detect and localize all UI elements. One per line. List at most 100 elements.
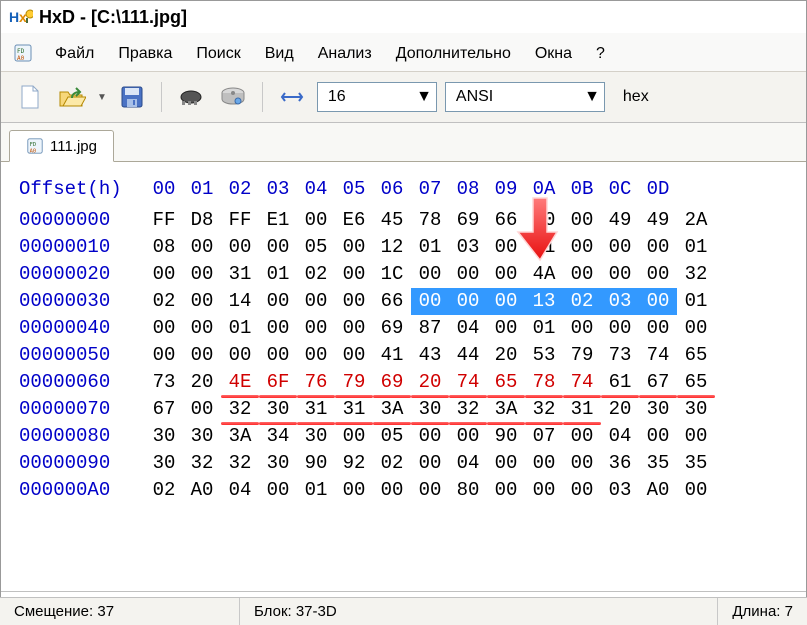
hex-byte[interactable]: 00	[335, 423, 373, 450]
hex-byte[interactable]: 00	[525, 477, 563, 504]
hex-byte[interactable]: 00	[639, 423, 677, 450]
hex-byte[interactable]: 74	[639, 342, 677, 369]
hex-byte[interactable]: E1	[259, 207, 297, 234]
hex-byte[interactable]: 00	[221, 234, 259, 261]
hex-byte[interactable]: 35	[639, 450, 677, 477]
hex-byte[interactable]: 66	[373, 288, 411, 315]
hex-byte[interactable]: 02	[297, 261, 335, 288]
hex-byte[interactable]: 01	[297, 477, 335, 504]
hex-byte[interactable]: A0	[639, 477, 677, 504]
base-dropdown[interactable]: hex	[613, 82, 683, 112]
hex-byte[interactable]: 00	[601, 315, 639, 342]
hex-byte[interactable]: 13	[525, 288, 563, 315]
hex-byte[interactable]: 00	[563, 315, 601, 342]
hex-byte[interactable]: 02	[145, 288, 183, 315]
hex-byte[interactable]: 30	[297, 423, 335, 450]
hex-byte[interactable]: 20	[487, 342, 525, 369]
hex-byte[interactable]: 43	[411, 342, 449, 369]
save-button[interactable]	[115, 80, 149, 114]
hex-byte[interactable]: D8	[183, 207, 221, 234]
hex-byte[interactable]: 61	[601, 369, 639, 396]
hex-byte[interactable]: 00	[259, 477, 297, 504]
disk-icon[interactable]	[216, 80, 250, 114]
menu-analysis[interactable]: Анализ	[308, 43, 382, 65]
hex-byte[interactable]: 00	[563, 234, 601, 261]
hex-byte[interactable]: 00	[487, 450, 525, 477]
hex-byte[interactable]: 31	[335, 396, 373, 423]
hex-byte[interactable]: 01	[525, 315, 563, 342]
hex-editor[interactable]: Offset(h)000102030405060708090A0B0C0D000…	[1, 162, 806, 592]
hex-byte[interactable]: 49	[639, 207, 677, 234]
hex-byte[interactable]: 00	[259, 288, 297, 315]
menu-file[interactable]: Файл	[45, 43, 104, 65]
hex-byte[interactable]: 30	[183, 423, 221, 450]
hex-byte[interactable]: 65	[677, 369, 715, 396]
hex-byte[interactable]: 30	[411, 396, 449, 423]
hex-byte[interactable]: 00	[297, 315, 335, 342]
hex-byte[interactable]: 01	[677, 288, 715, 315]
hex-byte[interactable]: 53	[525, 342, 563, 369]
hex-byte[interactable]: 00	[335, 342, 373, 369]
hex-byte[interactable]: 01	[525, 234, 563, 261]
hex-byte[interactable]: 45	[373, 207, 411, 234]
hex-byte[interactable]: 00	[677, 315, 715, 342]
hex-byte[interactable]: 87	[411, 315, 449, 342]
hex-byte[interactable]: 08	[145, 234, 183, 261]
new-file-button[interactable]	[13, 80, 47, 114]
hex-byte[interactable]: 00	[449, 423, 487, 450]
hex-byte[interactable]: 00	[145, 342, 183, 369]
hex-byte[interactable]: 00	[411, 423, 449, 450]
hex-byte[interactable]: 01	[677, 234, 715, 261]
hex-byte[interactable]: 92	[335, 450, 373, 477]
hex-byte[interactable]: E6	[335, 207, 373, 234]
hex-byte[interactable]: 78	[411, 207, 449, 234]
hex-byte[interactable]: 00	[335, 315, 373, 342]
hex-byte[interactable]: FF	[145, 207, 183, 234]
hex-byte[interactable]: 00	[411, 477, 449, 504]
hex-byte[interactable]: 66	[487, 207, 525, 234]
hex-byte[interactable]: 00	[563, 450, 601, 477]
hex-byte[interactable]: 74	[449, 369, 487, 396]
hex-byte[interactable]: 32	[221, 450, 259, 477]
hex-byte[interactable]: 00	[449, 261, 487, 288]
hex-byte[interactable]: 14	[221, 288, 259, 315]
hex-byte[interactable]: 80	[449, 477, 487, 504]
hex-byte[interactable]: 00	[487, 315, 525, 342]
hex-byte[interactable]: 00	[335, 477, 373, 504]
hex-byte[interactable]: 00	[487, 477, 525, 504]
hex-byte[interactable]: 01	[411, 234, 449, 261]
hex-byte[interactable]: 00	[145, 315, 183, 342]
hex-byte[interactable]: 00	[297, 342, 335, 369]
hex-byte[interactable]: 00	[563, 477, 601, 504]
hex-byte[interactable]: 76	[297, 369, 335, 396]
hex-byte[interactable]: 36	[601, 450, 639, 477]
hex-byte[interactable]: 1C	[373, 261, 411, 288]
hex-byte[interactable]: 3A	[487, 396, 525, 423]
hex-byte[interactable]: 3A	[221, 423, 259, 450]
hex-byte[interactable]: 90	[297, 450, 335, 477]
hex-byte[interactable]: 20	[183, 369, 221, 396]
hex-byte[interactable]: 00	[145, 261, 183, 288]
hex-byte[interactable]: 05	[297, 234, 335, 261]
hex-byte[interactable]: 30	[259, 450, 297, 477]
hex-byte[interactable]: 03	[449, 234, 487, 261]
hex-byte[interactable]: 34	[259, 423, 297, 450]
hex-byte[interactable]: 02	[563, 288, 601, 315]
hex-byte[interactable]: 00	[183, 234, 221, 261]
hex-byte[interactable]: 41	[373, 342, 411, 369]
hex-byte[interactable]: 00	[183, 396, 221, 423]
hex-byte[interactable]: 12	[373, 234, 411, 261]
hex-byte[interactable]: 90	[487, 423, 525, 450]
hex-byte[interactable]: 00	[411, 261, 449, 288]
hex-byte[interactable]: FF	[221, 207, 259, 234]
hex-byte[interactable]: 00	[487, 261, 525, 288]
hex-byte[interactable]: 00	[677, 423, 715, 450]
hex-byte[interactable]: 73	[601, 342, 639, 369]
hex-byte[interactable]: 00	[563, 423, 601, 450]
hex-byte[interactable]: 73	[145, 369, 183, 396]
open-dropdown-arrow[interactable]: ▼	[97, 92, 107, 103]
hex-byte[interactable]: 00	[525, 207, 563, 234]
hex-byte[interactable]: 04	[449, 450, 487, 477]
hex-byte[interactable]: 31	[563, 396, 601, 423]
hex-byte[interactable]: 02	[145, 477, 183, 504]
